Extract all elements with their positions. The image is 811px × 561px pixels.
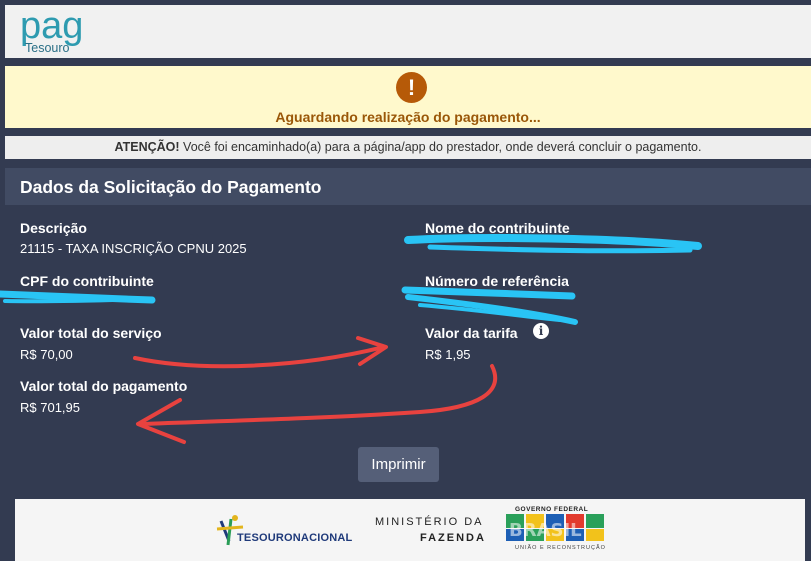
info-icon[interactable]: i [533,323,549,339]
uniao-reconstrucao-text: UNIÃO E RECONSTRUÇÃO [515,545,606,551]
arrow-to-pagamento [138,364,498,426]
footer-logos: BRASIL TESOURONACIONAL MINISTÉRIO DA FAZ… [15,499,805,561]
footer-graphics: BRASIL [216,514,604,546]
numero-referencia-label: Número de referência [425,273,569,289]
redaction-cpf [0,290,156,304]
arrow-to-tarifa [133,345,386,369]
valor-pagamento-label: Valor total do pagamento [20,378,188,394]
print-button[interactable]: Imprimir [358,447,439,482]
arrow-to-pagamento-head [136,398,186,444]
governo-federal-text: GOVERNO FEDERAL [515,506,589,513]
exclamation-icon: ! [396,72,427,103]
valor-tarifa-value: R$ 1,95 [425,347,471,362]
valor-servico-value: R$ 70,00 [20,347,73,362]
brasil-wordmark: BRASIL [509,520,582,541]
logo-sub: Tesouro [25,41,70,55]
ministerio-line1: MINISTÉRIO DA [375,516,484,528]
redaction-nome-2 [427,244,693,254]
ministerio-line2: FAZENDA [420,532,486,544]
attention-message: Você foi encaminhado(a) para a página/ap… [183,140,702,154]
redaction-cpf-2 [3,297,152,304]
section-title: Dados da Solicitação do Pagamento [20,177,322,197]
valor-servico-label: Valor total do serviço [20,325,162,341]
tesouro-nacional-text: TESOURONACIONAL [237,532,353,544]
top-bar: pag Tesouro [5,5,811,58]
descricao-label: Descrição [20,220,87,236]
valor-pagamento-value: R$ 701,95 [20,400,80,415]
section-header: Dados da Solicitação do Pagamento [5,168,811,205]
attention-banner: ATENÇÃO! Você foi encaminhado(a) para a … [5,136,811,159]
payment-status-alert: ! Aguardando realização do pagamento... [5,66,811,128]
redaction-referencia-3 [418,303,562,322]
redaction-referencia [401,286,576,300]
cpf-label: CPF do contribuinte [20,273,154,289]
alert-message: Aguardando realização do pagamento... [275,109,541,125]
redaction-referencia-2 [405,294,578,325]
arrow-to-tarifa-head [356,336,388,366]
attention-prefix: ATENÇÃO! [114,140,180,154]
descricao-value: 21115 - TAXA INSCRIÇÃO CPNU 2025 [20,241,247,256]
nome-contribuinte-label: Nome do contribuinte [425,220,570,236]
pag-tesouro-logo[interactable]: pag Tesouro [19,8,119,56]
brasil-logo-blocks: BRASIL [506,514,604,541]
valor-tarifa-label: Valor da tarifa [425,325,518,341]
redaction-nome [404,234,702,250]
